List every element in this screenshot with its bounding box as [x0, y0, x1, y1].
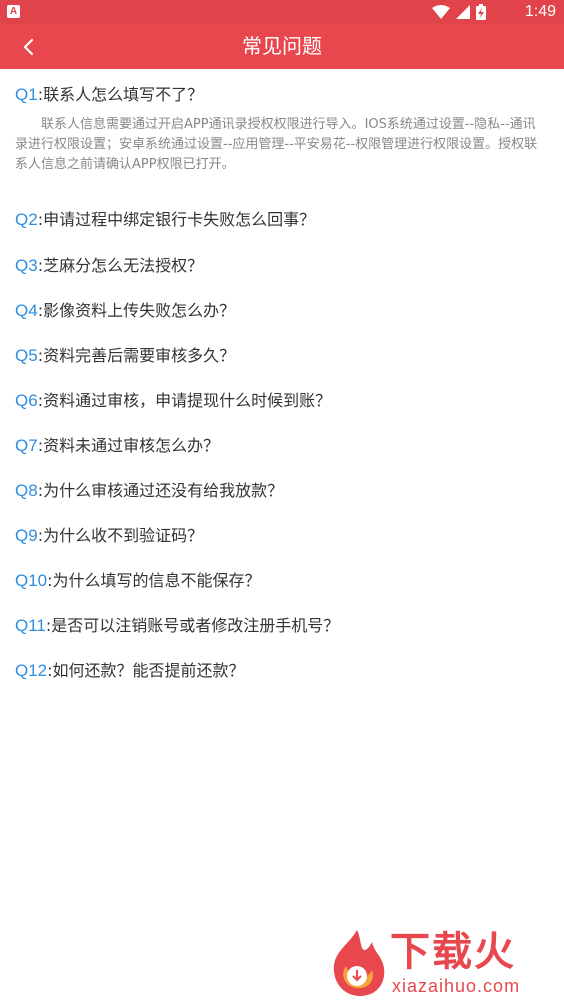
faq-question: :为什么填写的信息不能保存？ [47, 571, 261, 590]
faq-question: :资料通过审核，申请提现什么时候到账？ [37, 391, 332, 410]
faq-item-q7[interactable]: Q7:资料未通过审核怎么办？ [15, 432, 219, 456]
faq-item-q11[interactable]: Q11:是否可以注销账号或者修改注册手机号？ [15, 612, 339, 636]
faq-item-q3[interactable]: Q3:芝麻分怎么无法授权？ [15, 252, 203, 276]
battery-charging-icon [476, 4, 486, 20]
faq-item-q10[interactable]: Q10:为什么填写的信息不能保存？ [15, 567, 261, 591]
clock: 1:49 [524, 3, 556, 20]
faq-item-q5[interactable]: Q5:资料完善后需要审核多久？ [15, 342, 235, 366]
faq-question: :申请过程中绑定银行卡失败怎么回事？ [37, 210, 316, 229]
toolbar: 常见问题 [0, 24, 564, 69]
back-button[interactable] [14, 32, 44, 62]
faq-item-q9[interactable]: Q9:为什么收不到验证码？ [15, 522, 203, 546]
faq-question: :是否可以注销账号或者修改注册手机号？ [45, 616, 340, 635]
faq-question: :资料未通过审核怎么办？ [37, 436, 220, 455]
faq-item-q2[interactable]: Q2:申请过程中绑定银行卡失败怎么回事？ [15, 206, 315, 230]
faq-question: :芝麻分怎么无法授权？ [37, 256, 204, 275]
cell-signal-icon [456, 5, 470, 19]
faq-question: :联系人怎么填写不了？ [37, 85, 204, 104]
flame-logo-icon [333, 930, 385, 996]
faq-item-q8[interactable]: Q8:为什么审核通过还没有给我放款？ [15, 477, 283, 501]
status-icons [432, 4, 486, 20]
faq-question: :影像资料上传失败怎么办？ [37, 301, 236, 320]
faq-item-q1[interactable]: Q1:联系人怎么填写不了？ [15, 81, 203, 105]
faq-question: :为什么审核通过还没有给我放款？ [37, 481, 284, 500]
faq-question: :如何还款？能否提前还款？ [47, 661, 245, 680]
watermark: 下载火 xiazaihuo.com [326, 928, 556, 998]
status-bar: A 1:49 [0, 0, 564, 24]
faq-answer-q1: 联系人信息需要通过开启APP通讯录授权权限进行导入。IOS系统通过设置--隐私-… [15, 117, 538, 172]
faq-item-q12[interactable]: Q12:如何还款？能否提前还款？ [15, 657, 245, 681]
faq-item-q6[interactable]: Q6:资料通过审核，申请提现什么时候到账？ [15, 387, 331, 411]
page-title: 常见问题 [242, 34, 322, 58]
wifi-icon [432, 5, 450, 19]
watermark-brand: 下载火 [390, 929, 516, 975]
watermark-domain: xiazaihuo.com [392, 976, 521, 996]
faq-question: :为什么收不到验证码？ [37, 526, 204, 545]
app-notification-icon: A [7, 5, 20, 18]
chevron-left-icon [23, 38, 34, 56]
faq-question: :资料完善后需要审核多久？ [37, 346, 236, 365]
faq-item-q4[interactable]: Q4:影像资料上传失败怎么办？ [15, 297, 235, 321]
